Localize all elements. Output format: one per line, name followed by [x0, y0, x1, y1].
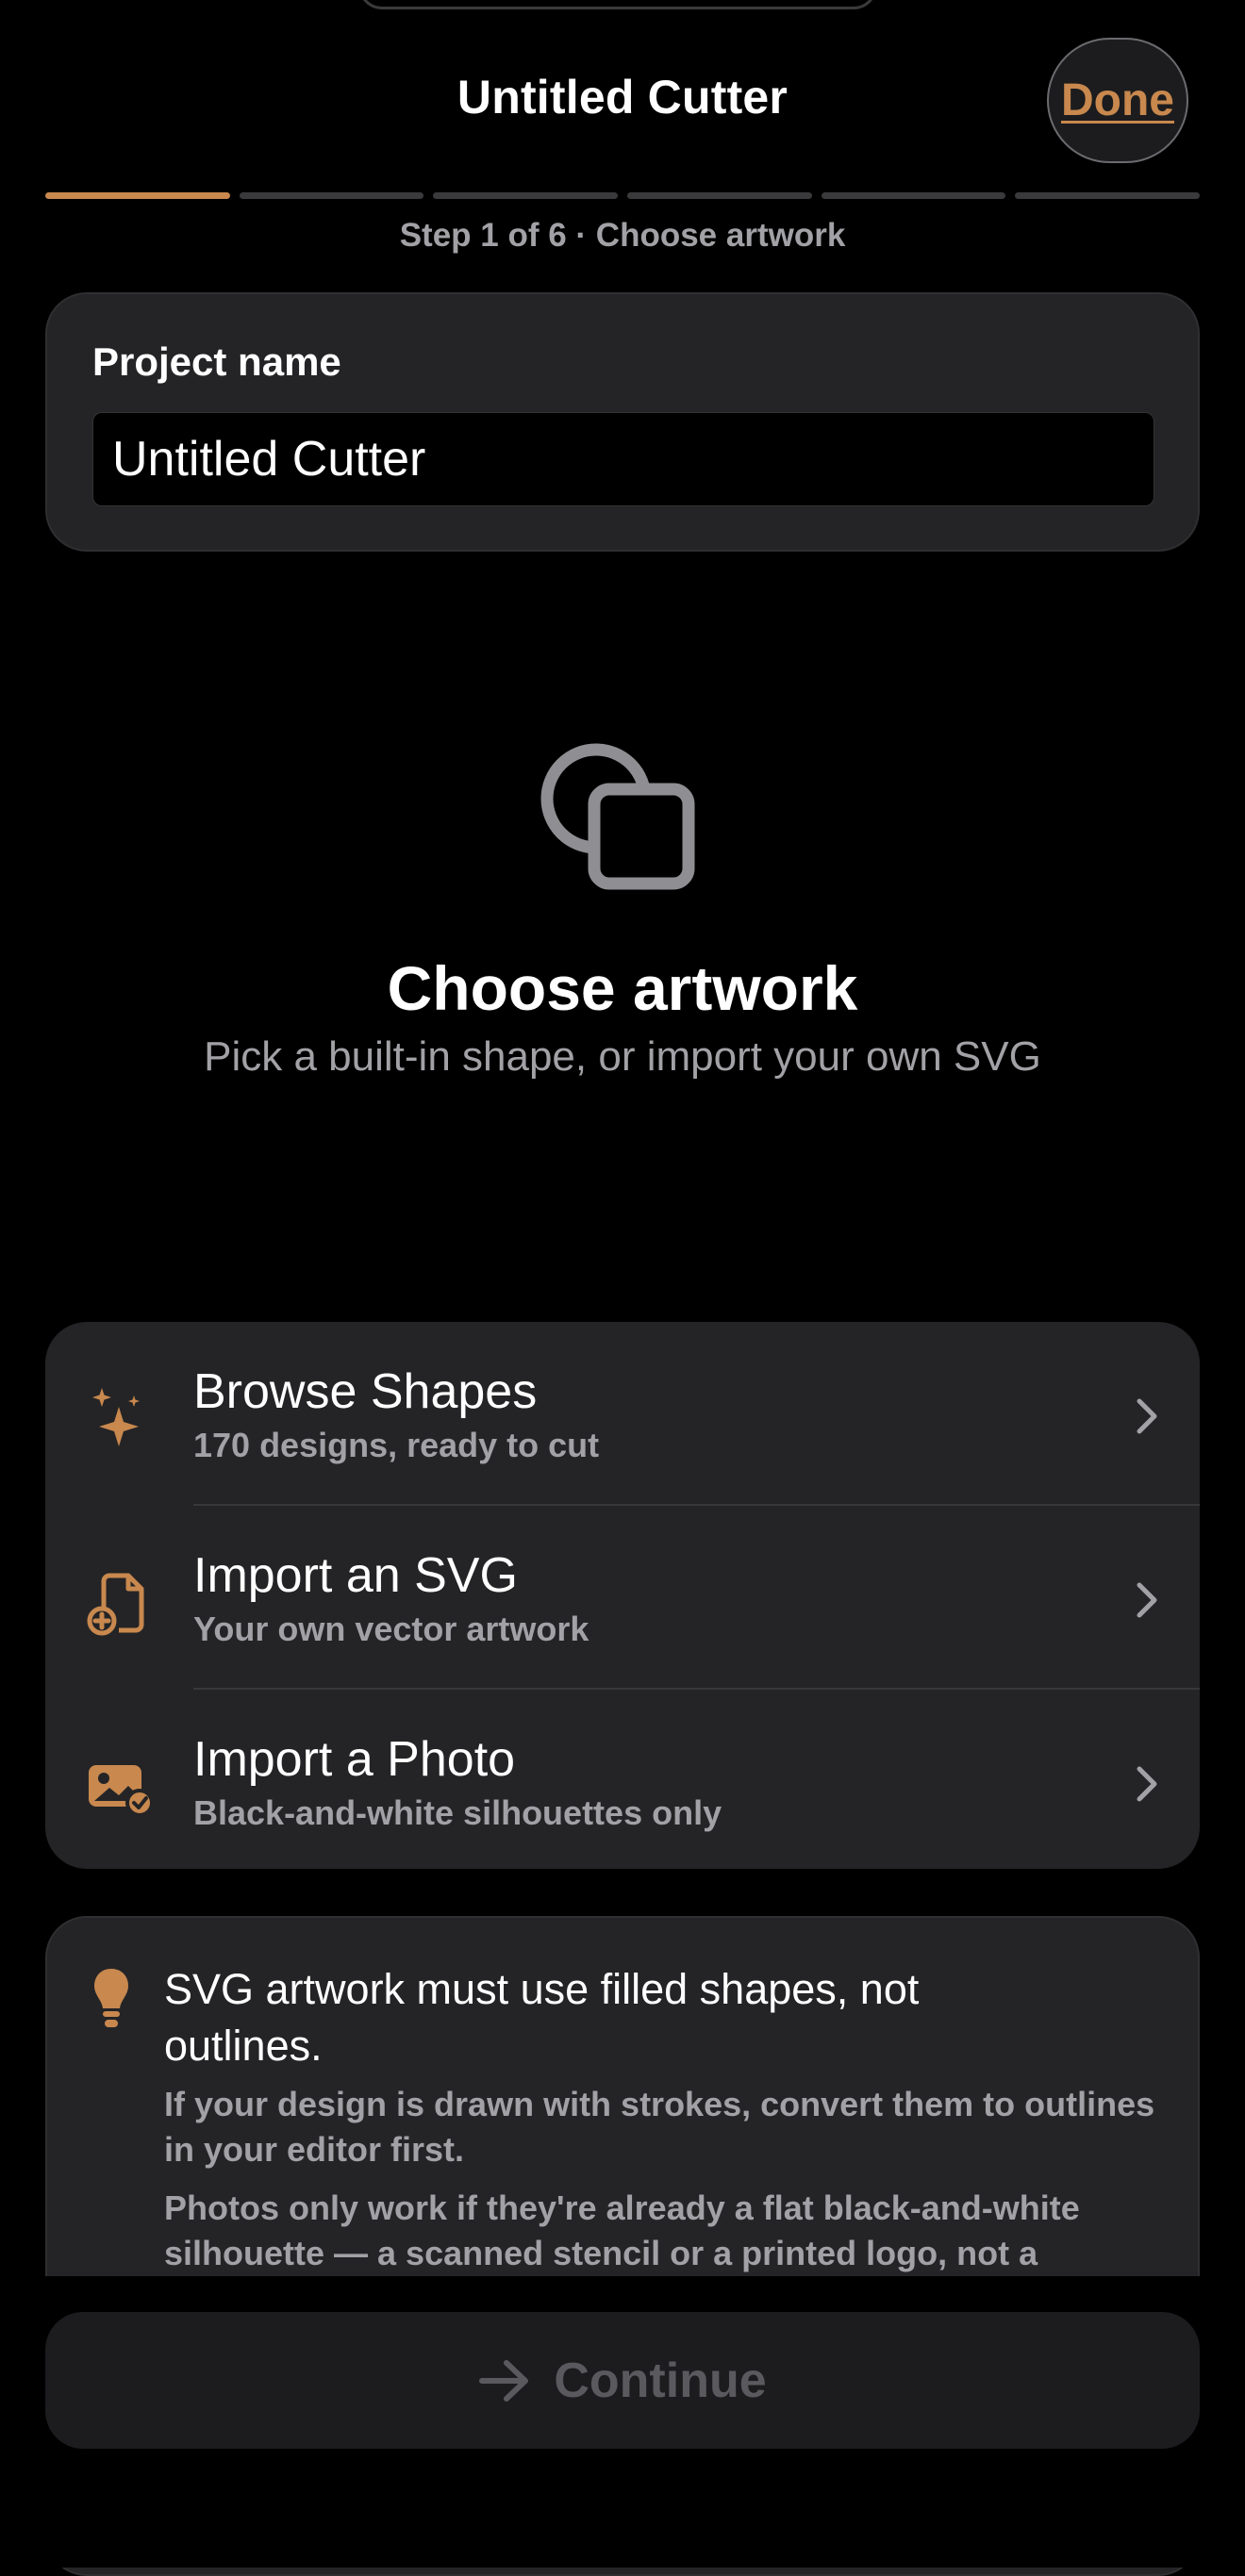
photo-check-icon: [89, 1765, 153, 1817]
option-title: Browse Shapes: [193, 1364, 538, 1419]
sheet-grabber: [358, 0, 877, 9]
done-button[interactable]: Done: [1047, 38, 1188, 163]
arrow-right-icon: [479, 2359, 529, 2402]
browse-shapes-option[interactable]: Browse Shapes 170 designs, ready to cut: [45, 1322, 1200, 1506]
project-name-label: Project name: [92, 339, 341, 384]
document-add-icon: [87, 1573, 144, 1636]
progress-segment-4: [627, 192, 812, 199]
option-title: Import a Photo: [193, 1732, 516, 1787]
hero-title: Choose artwork: [387, 953, 858, 1023]
continue-label: Continue: [554, 2353, 767, 2408]
tip-paragraph: Photos only work if they're already a fl…: [164, 2188, 1080, 2272]
artwork-options-list: Browse Shapes 170 designs, ready to cut …: [45, 1322, 1200, 1869]
project-name-input[interactable]: Untitled Cutter: [92, 412, 1154, 506]
option-subtitle: Your own vector artwork: [193, 1610, 589, 1648]
sparkles-icon: [92, 1388, 140, 1446]
progress-segment-1: [45, 192, 230, 199]
import-svg-option[interactable]: Import an SVG Your own vector artwork: [45, 1506, 1200, 1690]
tip-paragraph: If your design is drawn with strokes, co…: [164, 2085, 1155, 2169]
step-progress-bar: [45, 192, 1201, 199]
continue-button[interactable]: Continue: [45, 2312, 1200, 2449]
chevron-right-icon: [1137, 1582, 1157, 1618]
option-title: Import an SVG: [193, 1548, 518, 1603]
chevron-right-icon: [1137, 1398, 1157, 1434]
progress-segment-6: [1015, 192, 1201, 199]
lightbulb-icon: [94, 1969, 128, 2027]
import-photo-option[interactable]: Import a Photo Black-and-white silhouett…: [45, 1690, 1200, 1869]
progress-segment-3: [433, 192, 619, 199]
option-subtitle: 170 designs, ready to cut: [193, 1426, 600, 1464]
step-label: Step 1 of 6 · Choose artwork: [399, 217, 846, 254]
progress-segment-5: [821, 192, 1006, 199]
tip-title: SVG artwork must use filled shapes, not …: [164, 1965, 920, 2070]
shapes-icon: [540, 743, 695, 890]
hero-subtitle: Pick a built-in shape, or import your ow…: [204, 1033, 1041, 1080]
option-subtitle: Black-and-white silhouettes only: [193, 1793, 722, 1832]
progress-segment-2: [239, 192, 424, 199]
chevron-right-icon: [1137, 1766, 1157, 1802]
project-name-card: Project name Untitled Cutter: [45, 292, 1200, 552]
